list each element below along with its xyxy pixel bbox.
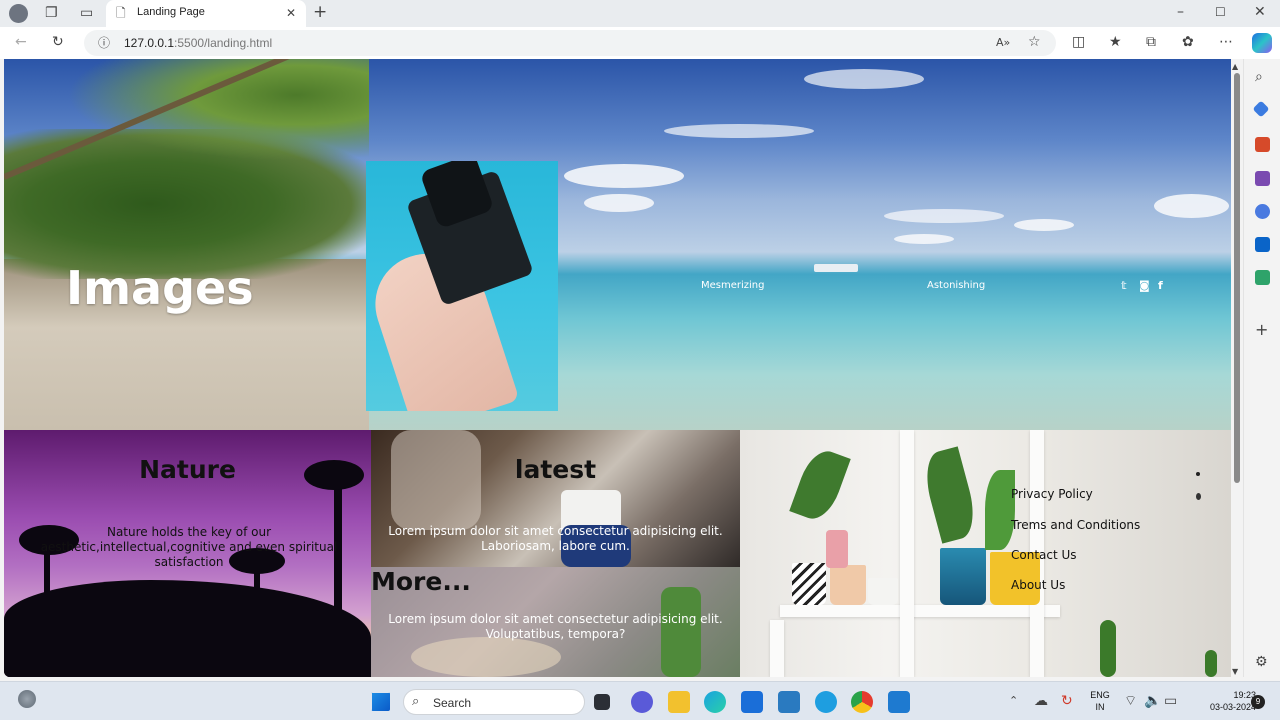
outlook-icon[interactable] [1255,237,1270,252]
chrome-icon[interactable] [851,691,873,713]
footer-link-terms[interactable]: Trems and Conditions [1011,518,1140,532]
update-icon[interactable]: ↻ [1061,694,1073,708]
onedrive-icon[interactable]: ☁ [1034,694,1048,708]
landing-page: Images Mesmerizing Astonishing 𝕥 ◙ f Nat… [4,59,1231,677]
clock[interactable]: 19:23 03-03-2024 [1190,689,1256,713]
clock-date: 03-03-2024 [1209,702,1256,712]
search-label: Search [433,696,472,710]
weather-icon[interactable] [18,690,36,708]
extensions-icon[interactable]: ✿ [1182,35,1194,49]
profile-avatar[interactable] [9,4,28,23]
plants-panel [740,430,1231,677]
page-icon: 🗋 [116,6,126,20]
tools-icon[interactable] [1255,137,1270,152]
workspaces-icon[interactable]: ❐ [45,6,58,20]
wifi-icon[interactable]: ⌔ [1124,694,1137,708]
latest-title: latest [514,455,597,484]
clock-time: 19:23 [1233,690,1256,700]
back-icon[interactable]: ← [15,35,27,49]
taskbar: ⌕ Search ⌃ ☁ ↻ ENG IN ⌔ 🔈 ▭ 19:23 03-03-… [0,681,1280,720]
tab-actions-icon[interactable]: ▭ [80,6,93,20]
hero-title: Images [66,261,254,315]
camera-photo [366,161,558,411]
tab-title: Landing Page [137,6,205,18]
drop-icon[interactable] [1255,270,1270,285]
new-tab-icon[interactable]: + [313,4,327,21]
add-sidebar-icon[interactable]: + [1255,322,1268,338]
url-text: 127.0.0.1:5500/landing.html [124,36,272,50]
favorite-star-icon[interactable]: ☆ [1028,35,1041,49]
nature-title: Nature [139,455,236,484]
url-host: 127.0.0.1 [124,36,175,50]
store-icon[interactable] [741,691,763,713]
notification-badge[interactable]: 9 [1251,695,1265,709]
more-text: Lorem ipsum dolor sit amet consectetur a… [388,612,723,641]
copilot-icon[interactable] [1252,33,1272,53]
reload-icon[interactable]: ↻ [52,35,64,49]
start-button[interactable] [371,692,390,711]
scroll-up-icon[interactable]: ▲ [1232,60,1238,74]
ship [814,264,858,272]
microsoft365-icon[interactable] [1255,204,1270,219]
more-panel: More... Lorem ipsum dolor sit amet conse… [371,567,740,677]
latest-panel: latest Lorem ipsum dolor sit amet consec… [371,430,740,567]
instagram-icon[interactable]: ◙ [1139,279,1150,292]
show-hidden-icons[interactable]: ⌃ [1009,694,1018,708]
twitter-icon[interactable]: 𝕥 [1121,279,1127,292]
maximize-icon[interactable]: ☐ [1215,5,1226,19]
search-icon[interactable]: ⌕ [1255,70,1263,84]
facebook-icon[interactable]: f [1158,279,1163,292]
collections-icon[interactable]: ⧉ [1146,35,1156,49]
scroll-down-icon[interactable]: ▼ [1232,665,1238,679]
battery-icon[interactable]: ▭ [1164,694,1177,708]
task-view-icon[interactable] [594,694,610,710]
read-aloud-icon[interactable]: A» [996,36,1010,50]
nav-link-mesmerizing[interactable]: Mesmerizing [701,280,765,291]
skype-icon[interactable] [815,691,837,713]
more-title: More... [371,567,471,596]
url-path: :5500/landing.html [174,36,273,50]
info-icon[interactable]: ⓘ [98,36,110,50]
language-bottom: IN [1095,702,1105,712]
chat-icon[interactable] [631,691,653,713]
favorites-icon[interactable]: ★ [1109,35,1122,49]
nav-link-astonishing[interactable]: Astonishing [927,280,985,291]
more-menu-icon[interactable]: ⋯ [1219,35,1233,49]
address-toolbar: ← ↻ ⓘ 127.0.0.1:5500/landing.html A» ☆ ◫… [0,27,1280,59]
address-field[interactable]: ⓘ 127.0.0.1:5500/landing.html A» ☆ [84,30,1056,56]
search-icon: ⌕ [412,694,420,709]
app-icon[interactable] [778,691,800,713]
footer-link-contact-us[interactable]: Contact Us [1011,548,1077,562]
page-scrollbar[interactable]: ▲ ▼ [1231,59,1243,677]
shopping-icon[interactable] [1252,100,1270,118]
palm-tree [4,59,369,179]
games-icon[interactable] [1255,171,1270,186]
language-top: ENG [1090,690,1110,700]
taskbar-search[interactable]: ⌕ Search [403,689,585,715]
split-screen-icon[interactable]: ◫ [1072,35,1085,49]
browser-tab-strip: ❐ ▭ 🗋 Landing Page ✕ + – ☐ ✕ [0,0,1280,27]
hero-beach-image: Images Mesmerizing Astonishing 𝕥 ◙ f [4,59,1231,430]
scrollbar-thumb[interactable] [1234,73,1240,483]
vscode-icon[interactable] [888,691,910,713]
footer-link-privacy-policy[interactable]: Privacy Policy [1011,487,1093,501]
volume-icon[interactable]: 🔈 [1144,694,1161,708]
latest-text: Lorem ipsum dolor sit amet consectetur a… [388,524,723,553]
footer-link-about-us[interactable]: About Us [1011,578,1065,592]
language-indicator[interactable]: ENG IN [1088,689,1112,713]
close-tab-icon[interactable]: ✕ [286,6,296,20]
tab-landing-page[interactable]: 🗋 Landing Page ✕ [106,0,306,27]
nature-panel: Nature Nature holds the key of our aesth… [4,430,371,677]
close-window-icon[interactable]: ✕ [1254,5,1266,19]
sidebar-settings-icon[interactable]: ⚙ [1255,655,1268,669]
edge-icon[interactable] [704,691,726,713]
nature-text: Nature holds the key of our aesthetic,in… [40,525,338,569]
file-explorer-icon[interactable] [668,691,690,713]
browser-sidebar: ⌕ + ⚙ [1243,59,1280,677]
minimize-icon[interactable]: – [1177,5,1184,19]
